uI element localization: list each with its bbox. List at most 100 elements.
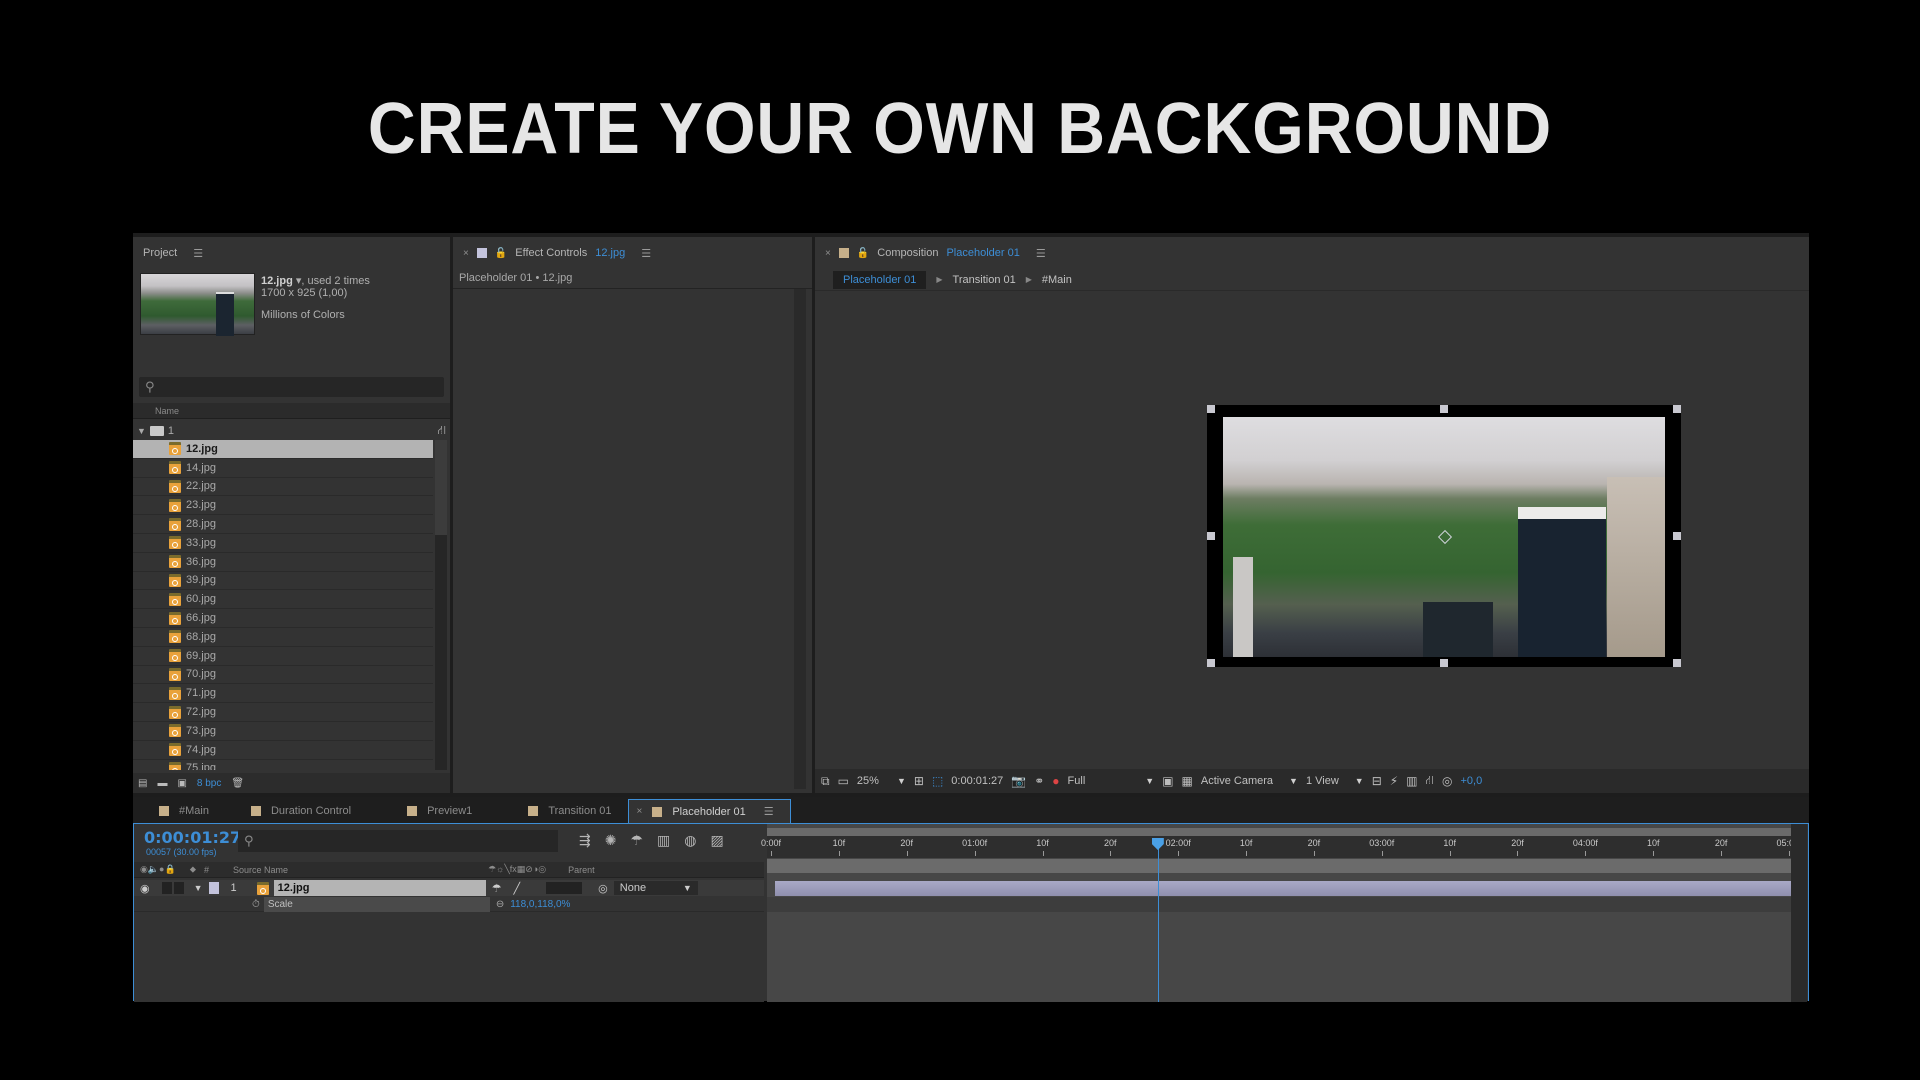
transparency-grid-icon[interactable]: ▦ (1182, 774, 1193, 788)
trash-icon[interactable]: 🗑 (231, 778, 244, 789)
switch-toggles[interactable] (546, 882, 583, 894)
stopwatch-icon[interactable]: ⏱ (252, 899, 260, 910)
tab-placeholder-01[interactable]: × Placeholder 01 ☰ (627, 799, 791, 823)
frame-blending-icon[interactable]: ▥ (657, 832, 670, 849)
panel-menu-icon[interactable]: ☰ (764, 805, 774, 818)
solo-toggle[interactable] (173, 882, 184, 894)
file-list-item[interactable]: 28.jpg (133, 515, 433, 534)
fast-previews-icon[interactable]: ⚡ (1390, 774, 1398, 788)
comp-mini-flowchart-icon[interactable]: ⇶ (579, 832, 591, 849)
transform-handle[interactable] (1207, 532, 1215, 540)
current-time[interactable]: 0:00:01:27 (144, 828, 241, 847)
lock-icon[interactable]: 🔓 (857, 248, 869, 259)
file-list-item[interactable]: 39.jpg (133, 572, 433, 591)
transform-handle[interactable] (1673, 405, 1681, 413)
layer-name[interactable]: 12.jpg (273, 880, 486, 896)
view-layout-dropdown[interactable]: 1 View ▼ (1306, 775, 1364, 787)
always-preview-icon[interactable]: ⧉ (821, 774, 830, 789)
pick-whip-icon[interactable]: ◎ (598, 882, 608, 895)
file-list-item[interactable]: 14.jpg (133, 459, 433, 478)
mask-visibility-icon[interactable]: ⬚ (932, 774, 943, 788)
file-list-item[interactable]: 12.jpg (133, 440, 433, 459)
quality-switch-icon[interactable]: ╱ (514, 882, 521, 895)
project-panel-title[interactable]: Project (143, 247, 177, 259)
expand-triangle-icon[interactable]: ▼ (137, 426, 146, 436)
timeline-search-input[interactable]: ⚲ (238, 830, 558, 852)
motion-blur-icon[interactable]: ◍ (684, 832, 696, 849)
exposure-value[interactable]: +0,0 (1460, 775, 1482, 787)
panel-menu-icon[interactable]: ☰ (1036, 247, 1046, 260)
transform-handle[interactable] (1673, 532, 1681, 540)
time-navigator[interactable] (767, 828, 1797, 836)
file-list-item[interactable]: 74.jpg (133, 741, 433, 760)
bit-depth-button[interactable]: 8 bpc (197, 778, 221, 789)
transform-handle[interactable] (1207, 405, 1215, 413)
timeline-icon[interactable]: ▥ (1406, 774, 1417, 788)
file-list-item[interactable]: 22.jpg (133, 478, 433, 497)
effect-controls-layer[interactable]: 12.jpg (595, 247, 625, 259)
parent-dropdown[interactable]: None ▼ (613, 881, 698, 895)
tab-duration-control[interactable]: Duration Control (225, 799, 367, 823)
close-icon[interactable]: × (825, 248, 831, 259)
file-list-item[interactable]: 60.jpg (133, 590, 433, 610)
composition-title[interactable]: Composition (877, 247, 938, 259)
lock-icon[interactable]: 🔓 (495, 248, 507, 259)
zoom-dropdown[interactable]: 25% ▼ (857, 775, 906, 787)
reset-exposure-icon[interactable]: ◎ (1442, 774, 1452, 788)
viewer-timecode[interactable]: 0:00:01:27 (951, 775, 1003, 787)
tab-preview1[interactable]: Preview1 (367, 799, 488, 823)
monitor-icon[interactable]: ▭ (838, 774, 849, 788)
project-scrollbar[interactable] (435, 440, 447, 770)
breadcrumb-placeholder-01[interactable]: Placeholder 01 (833, 270, 927, 289)
file-list-item[interactable]: 23.jpg (133, 496, 433, 516)
new-folder-icon[interactable]: ▬ (157, 778, 167, 789)
safe-zones-icon[interactable]: ⊞ (914, 774, 924, 788)
close-icon[interactable]: × (637, 806, 643, 817)
file-list-item[interactable]: 68.jpg (133, 628, 433, 647)
file-list-item[interactable]: 36.jpg (133, 553, 433, 572)
hide-shy-layers-icon[interactable]: ☂ (630, 832, 643, 849)
time-ruler[interactable]: 0:00f 10f 20f 01:00f 10f 20f 02:00f 10f 20f 03:00… (761, 836, 1802, 858)
toggle-pixel-aspect-icon[interactable]: ⊟ (1372, 774, 1382, 788)
layer-row[interactable]: ◉ ▼ 1 12.jpg ☂ ╱ ◎ None ▼ (134, 880, 764, 896)
project-search-input[interactable]: ⚲ (139, 377, 444, 397)
timeline-scrollbar[interactable] (1791, 824, 1807, 1002)
source-name-column[interactable]: Source Name (233, 865, 288, 875)
show-snapshot-icon[interactable]: ⚭ (1034, 774, 1044, 788)
file-list-item[interactable]: 66.jpg (133, 609, 433, 628)
transform-handle[interactable] (1440, 659, 1448, 667)
eye-icon[interactable]: ◉ (140, 882, 150, 895)
scale-value[interactable]: 118,0,118,0% (510, 899, 570, 910)
tab-main[interactable]: #Main (133, 799, 225, 823)
shy-switch-icon[interactable]: ☂ (492, 882, 502, 895)
snapshot-icon[interactable]: 📷 (1011, 774, 1026, 788)
file-list-item[interactable]: 75.jpg (133, 760, 433, 770)
file-list-item[interactable]: 71.jpg (133, 684, 433, 704)
effect-controls-scrollbar[interactable] (794, 289, 806, 789)
current-time-indicator[interactable] (1157, 838, 1159, 1002)
property-row-scale[interactable]: ⏱ Scale ⊖ 118,0,118,0% (134, 896, 764, 912)
panel-menu-icon[interactable]: ☰ (193, 247, 203, 260)
work-area-bar[interactable] (767, 859, 1797, 873)
constrain-proportions-icon[interactable]: ⊖ (496, 899, 504, 910)
interpret-footage-icon[interactable]: ▤ (138, 778, 147, 789)
file-list-item[interactable]: 73.jpg (133, 722, 433, 741)
tab-transition-01[interactable]: Transition 01 (488, 799, 627, 823)
breadcrumb-main[interactable]: #Main (1042, 274, 1072, 286)
flowchart-icon[interactable]: ⛙ (438, 423, 446, 439)
transform-handle[interactable] (1673, 659, 1681, 667)
transform-handle[interactable] (1440, 405, 1448, 413)
breadcrumb-transition-01[interactable]: Transition 01 (953, 274, 1016, 286)
panel-menu-icon[interactable]: ☰ (641, 247, 651, 260)
layer-duration-bar[interactable] (775, 881, 1795, 896)
transform-handle[interactable] (1207, 659, 1215, 667)
file-list-item[interactable]: 33.jpg (133, 534, 433, 553)
column-header-name[interactable]: Name (133, 403, 450, 419)
audio-toggle[interactable] (161, 882, 172, 894)
file-list-item[interactable]: 70.jpg (133, 666, 433, 685)
file-list-item[interactable]: 69.jpg (133, 647, 433, 666)
graph-editor-icon[interactable]: ▨ (710, 832, 723, 849)
parent-column[interactable]: Parent (568, 865, 595, 875)
new-composition-icon[interactable]: ▣ (177, 778, 186, 789)
close-icon[interactable]: × (463, 248, 469, 259)
